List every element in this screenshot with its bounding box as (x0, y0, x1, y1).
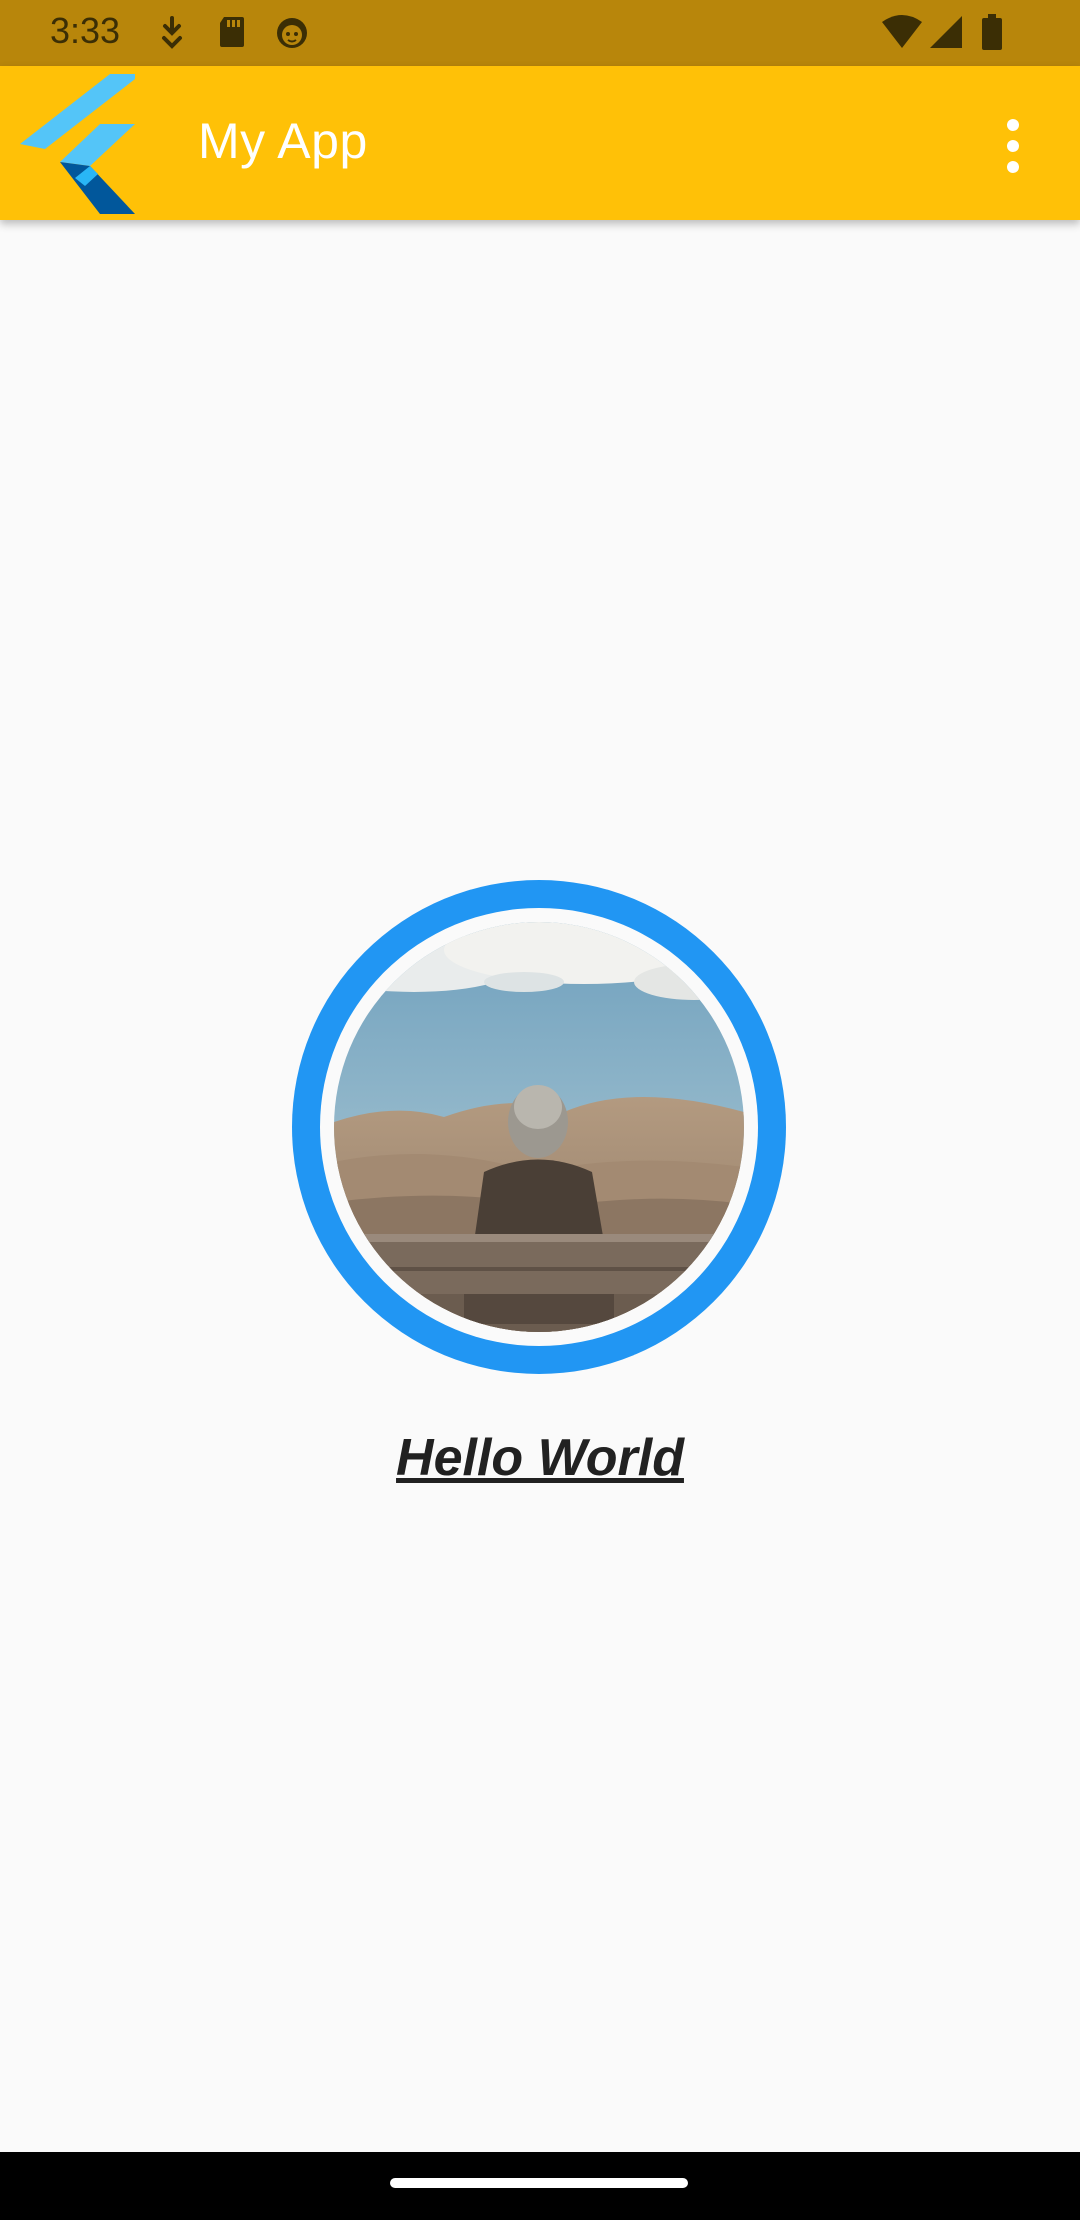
home-indicator[interactable] (390, 2178, 688, 2188)
more-vert-icon[interactable] (990, 116, 1036, 176)
status-bar: 3:33 (0, 0, 1080, 66)
app-screen: 3:33 My App Hello World (0, 0, 1080, 2220)
greeting-text: Hello World (396, 1429, 684, 1487)
flutter-logo-icon (20, 74, 135, 214)
download-icon (162, 16, 182, 49)
wifi-icon (882, 15, 922, 48)
battery-icon (982, 14, 1002, 50)
android-face-icon (277, 18, 307, 48)
avatar-photo (334, 922, 744, 1332)
person-on-bench-photo (334, 922, 744, 1332)
sd-card-icon (220, 17, 244, 47)
avatar-ring (292, 880, 786, 1374)
app-title: My App (198, 113, 368, 169)
signal-icon (930, 16, 962, 48)
status-time: 3:33 (50, 10, 121, 51)
app-bar: My App (0, 66, 1080, 220)
nav-bar (0, 2152, 1080, 2220)
